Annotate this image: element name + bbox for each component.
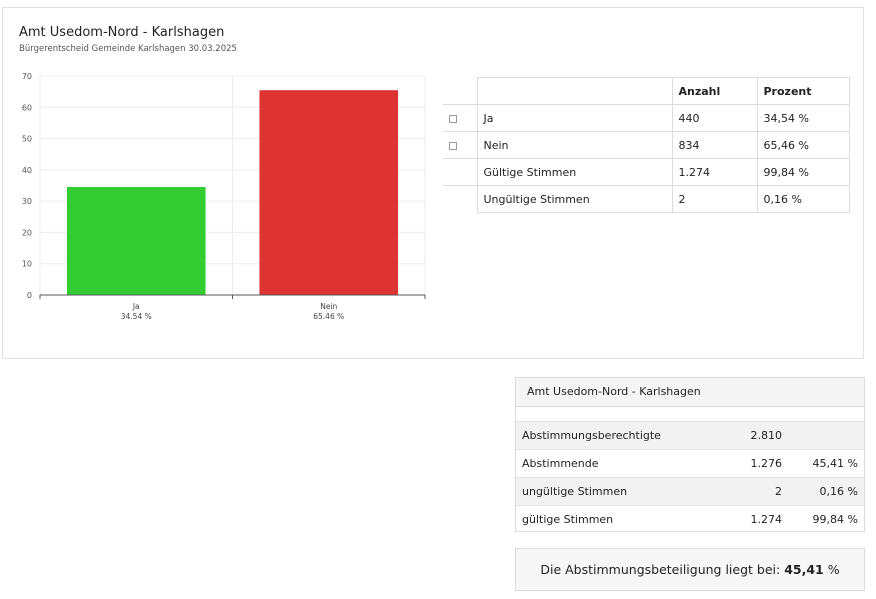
summary-percent: 0,16 %	[783, 477, 864, 506]
summary-value: 1.274	[716, 505, 783, 534]
x-tick-label: Ja	[132, 302, 140, 311]
results-header-row: Anzahl Prozent	[443, 77, 850, 105]
y-tick-label: 60	[22, 103, 32, 112]
turnout-box: Die Abstimmungsbeteiligung liegt bei: 45…	[515, 548, 865, 591]
table-row: Abstimmende 1.276 45,41 %	[516, 449, 864, 478]
y-tick-label: 50	[22, 135, 32, 144]
table-row: ungültige Stimmen 2 0,16 %	[516, 477, 864, 506]
table-row: Abstimmungsberechtigte 2.810	[516, 421, 864, 450]
row-name: Ungültige Stimmen	[476, 185, 673, 213]
row-count: 2	[671, 185, 758, 213]
row-count: 1.274	[671, 158, 758, 186]
table-row: gültige Stimmen 1.274 99,84 %	[516, 505, 864, 534]
x-tick-percent-label: 65.46 %	[313, 312, 344, 321]
table-row: Ja 440 34,54 %	[443, 104, 850, 132]
summary-table: Abstimmungsberechtigte 2.810 Abstimmende…	[516, 421, 864, 534]
y-tick-label: 0	[27, 291, 32, 300]
percent-header: Prozent	[756, 77, 850, 105]
summary-value: 2	[716, 477, 783, 506]
turnout-text: Die Abstimmungsbeteiligung liegt bei:	[540, 562, 781, 577]
marker-header-cell	[443, 78, 477, 105]
bar-nein	[259, 90, 399, 296]
bar-ja	[66, 186, 206, 295]
summary-percent	[783, 421, 864, 450]
y-tick-label: 40	[22, 166, 32, 175]
row-percent: 0,16 %	[756, 185, 850, 213]
table-row: Nein 834 65,46 %	[443, 131, 850, 159]
summary-label: Abstimmungsberechtigte	[516, 421, 716, 450]
table-row: Gültige Stimmen 1.274 99,84 %	[443, 158, 850, 186]
row-percent: 34,54 %	[756, 104, 850, 132]
table-row: Ungültige Stimmen 2 0,16 %	[443, 185, 850, 213]
legend-marker-icon	[449, 141, 457, 150]
summary-label: Abstimmende	[516, 449, 716, 478]
turnout-value: 45,41	[784, 562, 824, 577]
summary-title: Amt Usedom-Nord - Karlshagen	[516, 378, 864, 407]
y-tick-label: 70	[22, 72, 32, 81]
summary-spacer	[516, 407, 864, 421]
summary-label: ungültige Stimmen	[516, 477, 716, 506]
count-header: Anzahl	[671, 77, 758, 105]
bar-chart: 0 10 20 30 40 50 60 70 Ja34.54 % Nein65.46 %	[22, 72, 426, 321]
turnout-unit: %	[827, 562, 840, 577]
x-tick-label: Nein	[320, 302, 337, 311]
name-header-cell	[476, 77, 673, 105]
y-tick-label: 20	[22, 228, 32, 237]
summary-value: 1.276	[716, 449, 783, 478]
row-name: Ja	[476, 104, 673, 132]
row-percent: 99,84 %	[756, 158, 850, 186]
summary-box: Amt Usedom-Nord - Karlshagen Abstimmungs…	[515, 377, 865, 534]
summary-percent: 99,84 %	[783, 505, 864, 534]
results-table: Anzahl Prozent Ja 440 34,54 % Nein 834 6…	[443, 77, 850, 213]
legend-marker-icon	[449, 114, 457, 123]
results-panel: Amt Usedom-Nord - Karlshagen Bürgerentsc…	[2, 7, 864, 359]
summary-label: gültige Stimmen	[516, 505, 716, 534]
row-percent: 65,46 %	[756, 131, 850, 159]
row-name: Gültige Stimmen	[476, 158, 673, 186]
summary-value: 2.810	[716, 421, 783, 450]
row-count: 440	[671, 104, 758, 132]
y-tick-label: 10	[22, 260, 32, 269]
row-name: Nein	[476, 131, 673, 159]
y-tick-label: 30	[22, 197, 32, 206]
row-count: 834	[671, 131, 758, 159]
summary-percent: 45,41 %	[783, 449, 864, 478]
x-tick-percent-label: 34.54 %	[121, 312, 152, 321]
